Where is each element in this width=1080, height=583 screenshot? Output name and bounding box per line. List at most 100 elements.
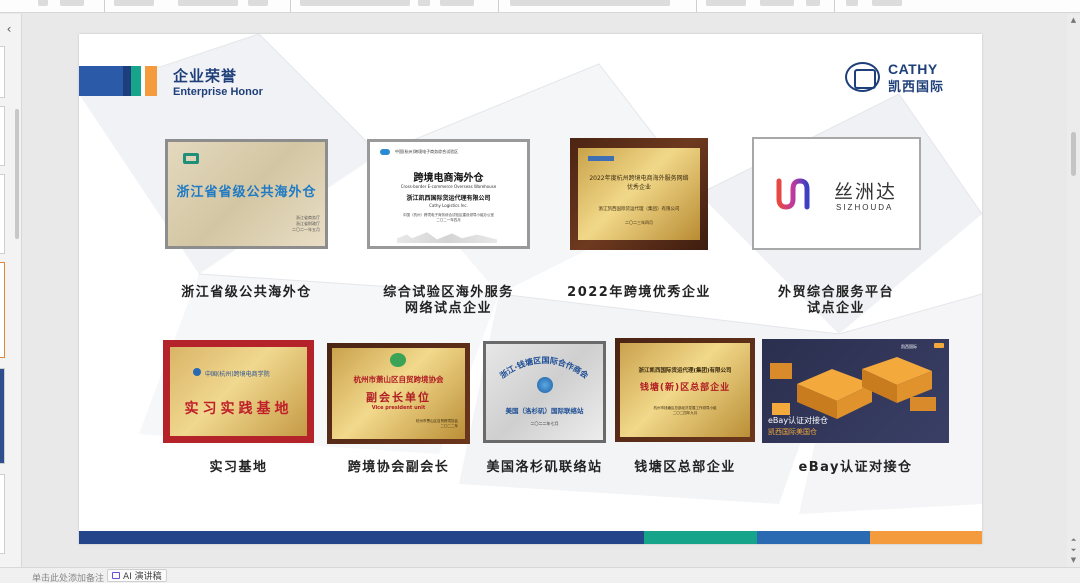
sizhouda-logo-card: 丝洲达 SIZHOUDA xyxy=(752,137,921,250)
header-accent-orange xyxy=(145,66,157,96)
scroll-up-arrow-icon[interactable]: ▲ xyxy=(1069,16,1078,24)
caption-4-line1: 外贸综合服务平台 xyxy=(777,285,894,300)
caption-5: 实习基地 xyxy=(209,460,268,475)
cbec-logo-icon xyxy=(380,149,390,155)
header-accent-dark-blue xyxy=(123,66,131,96)
ebay-line1: eBay认证对接仓 xyxy=(768,416,829,425)
caption-9: eBay认证对接仓 xyxy=(798,460,913,475)
slide-thumbnail[interactable] xyxy=(0,174,5,254)
caption-8: 钱塘区总部企业 xyxy=(634,460,736,475)
header-accent-blue xyxy=(79,66,123,96)
plaque-title: 浙江省省级公共海外仓 xyxy=(176,185,317,200)
plaque-header: 杭州市萧山区自贸跨境协会 xyxy=(353,375,444,384)
scroll-down-arrow-icon[interactable]: ▼ xyxy=(1069,556,1078,564)
sizhouda-cn: 丝洲达 xyxy=(834,181,898,203)
plaque-header: 中国(杭州)跨境电子商务综合试验区 xyxy=(395,149,459,154)
sizhouda-logo-icon xyxy=(776,178,810,210)
ai-speech-label: AI 演讲稿 xyxy=(123,572,162,582)
plaque-company: 浙江凯西国际货运代理(集团)有限公司 xyxy=(638,368,732,374)
plaque-zhejiang-overseas-warehouse: 浙江省省级公共海外仓 浙江省商务厅 浙江省财政厅 二〇二一年五月 xyxy=(165,139,328,249)
slide-subtitle: Enterprise Honor xyxy=(173,86,263,98)
toolbar-button[interactable] xyxy=(248,0,268,6)
plaque-date: 二〇二三年四月 xyxy=(625,220,653,225)
academy-logo-icon xyxy=(193,368,201,376)
plaque-title: 实习实践基地 xyxy=(184,401,293,417)
ebay-warehouse-image: 凯西国际 eBay认证对接仓 凯西国际美国仓 xyxy=(762,339,949,443)
caption-7: 美国洛杉矶联络站 xyxy=(486,460,603,475)
slide-thumbnail-active[interactable] xyxy=(0,262,5,358)
toolbar-button[interactable] xyxy=(60,0,84,6)
footer-bar-mid-blue xyxy=(757,531,870,544)
toolbar-button[interactable] xyxy=(38,0,48,6)
toolbar-button[interactable] xyxy=(178,0,238,6)
cathy-logo-icon xyxy=(845,62,880,92)
plaque-title-en: Cross-border E-commerce Overseas Warehou… xyxy=(400,184,497,189)
plaque-title: 副会长单位 xyxy=(366,391,431,404)
caption-4: 外贸综合服务平台 试点企业 xyxy=(751,285,921,317)
toolbar-button[interactable] xyxy=(300,0,410,6)
caption-1: 浙江省级公共海外仓 xyxy=(181,285,312,300)
footer-bar-blue xyxy=(79,531,644,544)
plaque-title: 钱塘(新)区总部企业 xyxy=(639,383,731,393)
scrollbar-thumb[interactable] xyxy=(1071,132,1076,176)
toolbar-button[interactable] xyxy=(418,0,430,6)
toolbar-button[interactable] xyxy=(114,0,154,6)
slide-title: 企业荣誉 xyxy=(173,67,238,85)
ai-speech-button[interactable]: AI 演讲稿 xyxy=(107,569,167,582)
plaque-issuer: 中国（杭州）跨境电子商务综合试验区建设领导小组办公室 二〇二一年四月 xyxy=(403,213,494,222)
caption-4-line2: 试点企业 xyxy=(806,301,865,316)
plaque-company-en: Cathy Logistics Inc. xyxy=(429,203,468,208)
toolbar-separator xyxy=(696,0,697,12)
plaque-la-liaison-office: 浙江·钱塘区国际合作商会 美国（洛杉矶）国际联络站 二〇二二年七月 xyxy=(483,341,606,443)
slide-thumbnail-pane: ‹ xyxy=(0,14,22,567)
plaque-qiantang-hq: 浙江凯西国际货运代理(集团)有限公司 钱塘(新)区总部企业 杭州市钱塘区总部经济… xyxy=(615,338,755,442)
caption-2: 综合试验区海外服务 网络试点企业 xyxy=(347,285,550,317)
plaque-office: 美国（洛杉矶）国际联络站 xyxy=(505,407,584,415)
toolbar-button[interactable] xyxy=(846,0,858,6)
slide-canvas[interactable]: 企业荣誉 Enterprise Honor CATHY 凯西国际 浙江省省级公共… xyxy=(79,34,982,544)
caption-2-line1: 综合试验区海外服务 xyxy=(383,285,514,300)
notes-bar: 单击此处添加备注 AI 演讲稿 xyxy=(0,567,1080,583)
caption-6: 跨境协会副会长 xyxy=(347,460,450,475)
toolbar-separator xyxy=(104,0,105,12)
prev-slide-double-up-icon[interactable]: ⏶ xyxy=(1069,536,1078,544)
plaque-vice-president-unit: 杭州市萧山区自贸跨境协会 副会长单位 Vice president unit 杭… xyxy=(327,343,470,444)
plaque-issuer: 浙江省商务厅 浙江省财政厅 二〇二一年五月 xyxy=(292,215,320,232)
toolbar-button[interactable] xyxy=(806,0,820,6)
footer-bar-orange xyxy=(870,531,982,544)
plaque-header: 中国(杭州)跨境电商学院 xyxy=(205,371,270,378)
toolbar-separator xyxy=(498,0,499,12)
logo-text-en: CATHY xyxy=(888,61,938,77)
plaque-date: 二〇二二年七月 xyxy=(530,421,559,426)
chamber-globe-icon xyxy=(537,377,553,393)
toolbar-button[interactable] xyxy=(510,0,670,6)
editor-vertical-scrollbar[interactable]: ▲ ⏶ ⏷ ▼ xyxy=(1067,14,1080,567)
plaque-2022-excellent-enterprise: 2022年度杭州跨境电商海外服务网络优秀企业 浙江凯西国际货运代理（集团）有限公… xyxy=(570,138,708,250)
plaque-title: 跨境电商海外仓 xyxy=(413,173,484,184)
toolbar-button[interactable] xyxy=(872,0,902,6)
sizhouda-en: SIZHOUDA xyxy=(836,203,894,212)
plaque-title: 2022年度杭州跨境电商海外服务网络优秀企业 xyxy=(589,175,689,191)
plaque-issuer: 杭州市萧山区自贸跨境协会 二〇二二年 xyxy=(416,419,458,428)
collapse-pane-chevron-icon[interactable]: ‹ xyxy=(2,22,16,36)
next-slide-double-down-icon[interactable]: ⏷ xyxy=(1069,546,1078,554)
slide-thumbnail[interactable] xyxy=(0,474,5,554)
thumbnail-scrollbar-thumb[interactable] xyxy=(15,109,19,239)
ebay-line2: 凯西国际美国仓 xyxy=(768,428,817,436)
toolbar-button[interactable] xyxy=(760,0,794,6)
emblem-icon xyxy=(183,153,199,164)
footer-bar-green xyxy=(644,531,757,544)
header-accent-green xyxy=(131,66,141,96)
logo-text-cn: 凯西国际 xyxy=(888,80,945,95)
toolbar-button[interactable] xyxy=(706,0,746,6)
notes-placeholder[interactable]: 单击此处添加备注 xyxy=(32,571,104,583)
cathy-logo: CATHY 凯西国际 xyxy=(845,61,955,95)
slide-thumbnail[interactable] xyxy=(0,368,5,464)
slide-thumbnail[interactable] xyxy=(0,46,5,98)
toolbar-button[interactable] xyxy=(440,0,474,6)
association-logo-icon xyxy=(390,353,406,367)
plaque-company: 浙江凯西国际货运代理（集团）有限公司 xyxy=(598,207,680,212)
ai-icon xyxy=(112,572,120,579)
slide-thumbnail[interactable] xyxy=(0,106,5,166)
plaque-title-en: Vice president unit xyxy=(371,405,426,411)
